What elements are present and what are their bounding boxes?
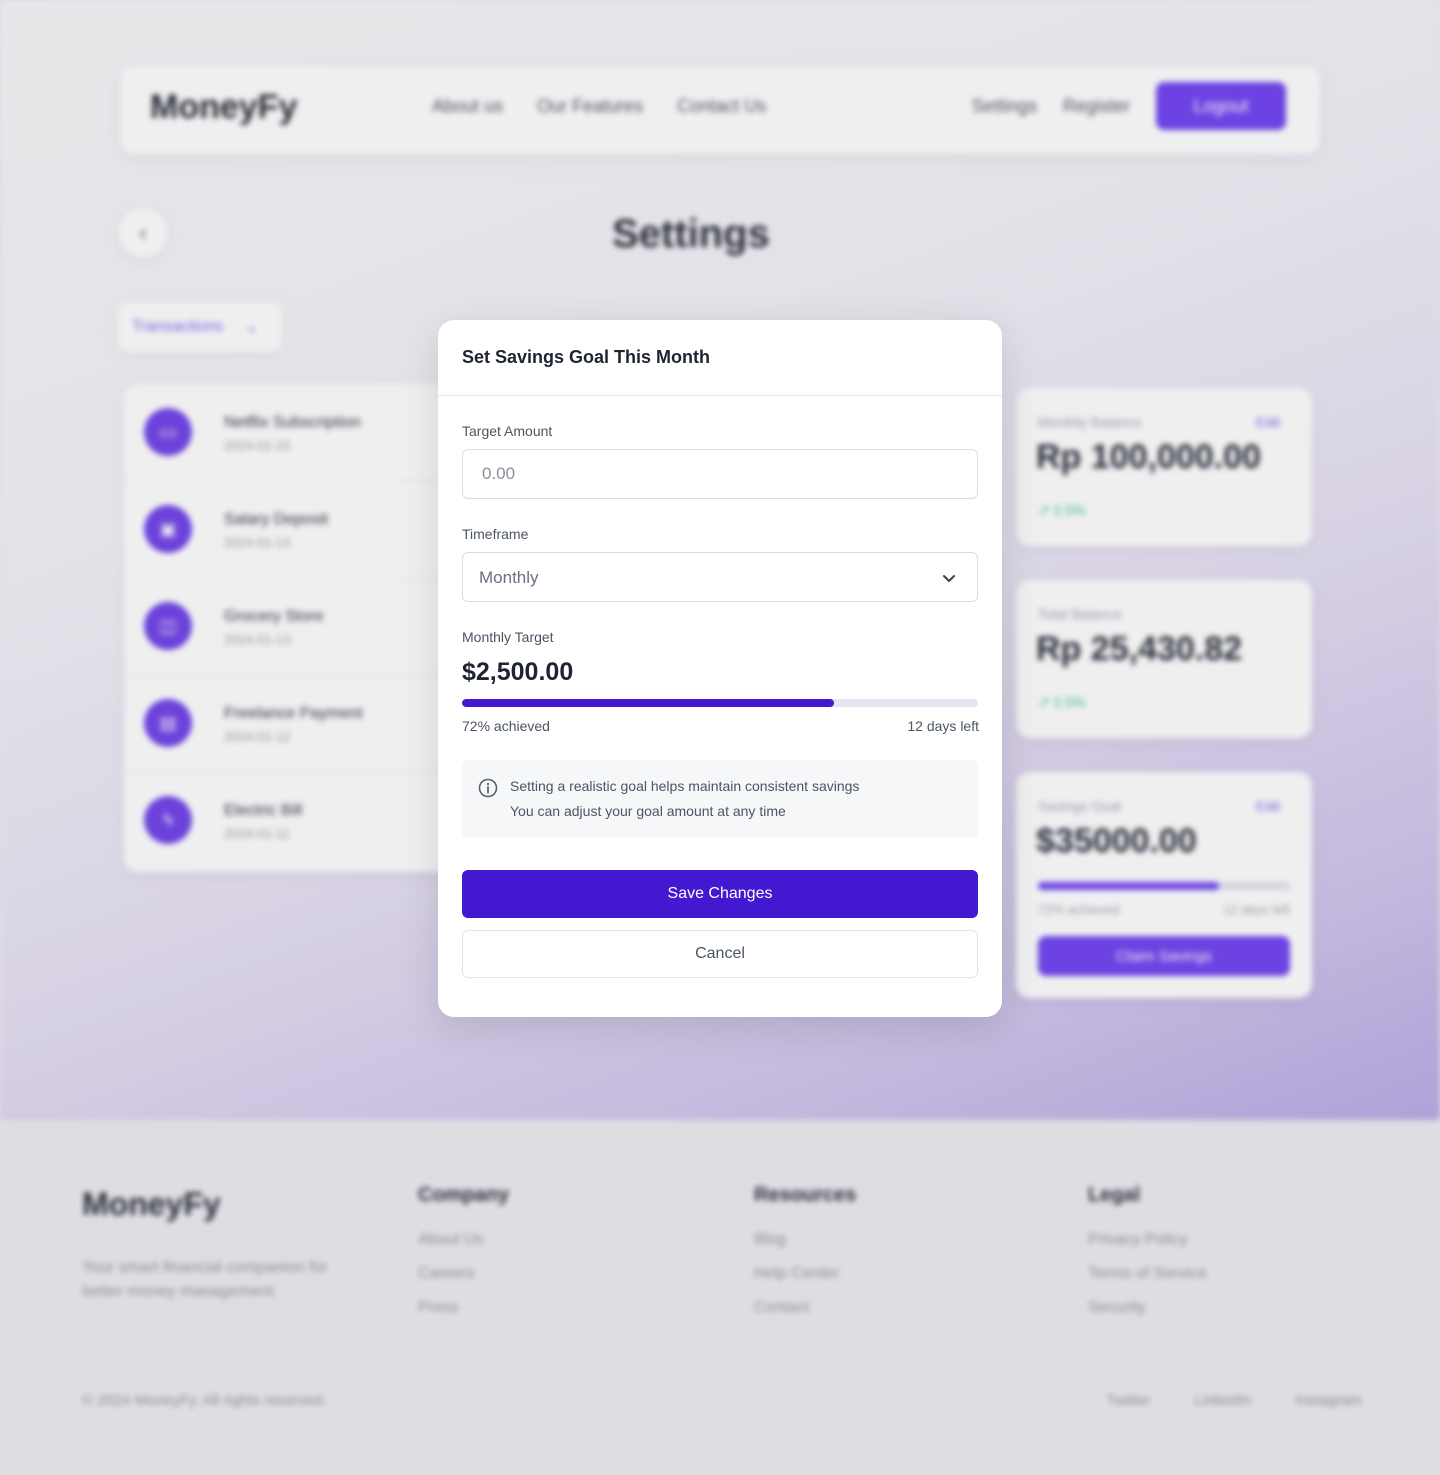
info-notice: Setting a realistic goal helps maintain … bbox=[462, 760, 978, 838]
info-line-1: Setting a realistic goal helps maintain … bbox=[510, 778, 860, 794]
monthly-target-label: Monthly Target bbox=[462, 629, 554, 645]
timeframe-selected-value: Monthly bbox=[479, 568, 539, 587]
achieved-text: 72% achieved bbox=[462, 718, 550, 734]
days-left-text: 12 days left bbox=[907, 718, 979, 734]
savings-goal-modal: Set Savings Goal This Month Target Amoun… bbox=[438, 320, 1002, 1017]
modal-header: Set Savings Goal This Month bbox=[438, 320, 1002, 396]
target-amount-input[interactable] bbox=[462, 449, 978, 499]
chevron-down-icon bbox=[943, 575, 955, 582]
goal-progress-bar bbox=[462, 699, 978, 707]
timeframe-label: Timeframe bbox=[462, 526, 529, 542]
info-line-2: You can adjust your goal amount at any t… bbox=[510, 803, 786, 819]
timeframe-select[interactable]: Monthly bbox=[462, 552, 978, 602]
modal-title: Set Savings Goal This Month bbox=[462, 347, 711, 367]
monthly-target-amount: $2,500.00 bbox=[462, 658, 574, 686]
goal-progress-fill bbox=[462, 699, 834, 707]
cancel-button[interactable]: Cancel bbox=[462, 930, 978, 978]
info-icon bbox=[478, 778, 498, 798]
target-amount-label: Target Amount bbox=[462, 423, 553, 439]
save-changes-button[interactable]: Save Changes bbox=[462, 870, 978, 918]
